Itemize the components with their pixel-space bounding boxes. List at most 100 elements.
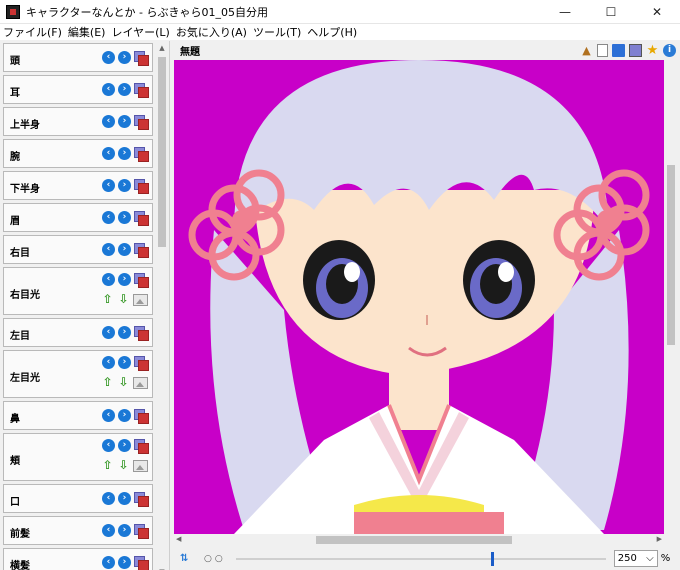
prev-part-icon[interactable]: ‹ [102, 556, 115, 569]
move-up-arrow-icon[interactable]: ⇧ [101, 376, 114, 389]
scroll-right-arrow-icon[interactable]: ▶ [657, 535, 662, 543]
info-icon[interactable]: i [663, 43, 676, 57]
zoom-select[interactable]: 250 ⌵ [613, 550, 658, 567]
menu-file[interactable]: ファイル(F) [0, 24, 65, 40]
prev-part-icon[interactable]: ‹ [102, 356, 115, 369]
move-down-arrow-icon[interactable]: ⇩ [117, 459, 130, 472]
layer-copy-icon[interactable] [134, 83, 149, 98]
close-button[interactable]: ✕ [634, 0, 680, 24]
menu-favorites[interactable]: お気に入り(A) [173, 24, 250, 40]
menu-edit[interactable]: 編集(E) [65, 24, 109, 40]
save-icon[interactable] [612, 43, 625, 57]
minimize-button[interactable]: — [542, 0, 588, 24]
layer-copy-icon[interactable] [134, 326, 149, 341]
maximize-button[interactable]: ☐ [588, 0, 634, 24]
zoom-slider[interactable] [235, 551, 606, 566]
layer-item[interactable]: 眉 ‹ › [3, 203, 153, 232]
prev-part-icon[interactable]: ‹ [102, 439, 115, 452]
layer-item[interactable]: 右目 ‹ › [3, 235, 153, 264]
layer-item[interactable]: 下半身 ‹ › [3, 171, 153, 200]
next-part-icon[interactable]: › [118, 115, 131, 128]
layer-copy-icon[interactable] [134, 439, 149, 454]
copy-window-icon[interactable] [629, 43, 642, 57]
layer-copy-icon[interactable] [134, 492, 149, 507]
zoom-slider-knob[interactable] [490, 551, 494, 566]
flip-icon[interactable]: ▲ [580, 44, 593, 57]
move-down-arrow-icon[interactable]: ⇩ [117, 293, 130, 306]
layer-copy-icon[interactable] [134, 51, 149, 66]
scroll-left-arrow-icon[interactable]: ◀ [176, 535, 181, 543]
layer-item[interactable]: 左目光 ‹ › ⇧ ⇩ [3, 350, 153, 398]
page-dots-icon[interactable]: ○○ [204, 554, 226, 564]
layer-item[interactable]: 腕 ‹ › [3, 139, 153, 168]
canvas-horizontal-scroll-thumb[interactable] [316, 536, 512, 544]
prev-part-icon[interactable]: ‹ [102, 179, 115, 192]
layer-panel-scroll-thumb[interactable] [158, 57, 166, 247]
prev-part-icon[interactable]: ‹ [102, 211, 115, 224]
next-part-icon[interactable]: › [118, 243, 131, 256]
canvas-vertical-scrollbar[interactable] [664, 60, 678, 534]
layer-copy-icon[interactable] [134, 356, 149, 371]
layer-copy-icon[interactable] [134, 179, 149, 194]
layer-copy-icon[interactable] [134, 524, 149, 539]
image-icon[interactable] [133, 376, 148, 389]
prev-part-icon[interactable]: ‹ [102, 326, 115, 339]
layer-panel-scrollbar[interactable]: ▲ ▼ [156, 44, 168, 570]
next-part-icon[interactable]: › [118, 524, 131, 537]
chevron-down-icon[interactable]: ⌵ [646, 553, 654, 564]
prev-part-icon[interactable]: ‹ [102, 51, 115, 64]
layer-copy-icon[interactable] [134, 556, 149, 570]
layer-copy-icon[interactable] [134, 147, 149, 162]
layer-copy-icon[interactable] [134, 243, 149, 258]
layer-item[interactable]: 前髪 ‹ › [3, 516, 153, 545]
layer-copy-icon[interactable] [134, 211, 149, 226]
canvas-horizontal-scrollbar[interactable]: ◀ ▶ [174, 534, 664, 546]
layer-item[interactable]: 頭 ‹ › [3, 43, 153, 72]
prev-part-icon[interactable]: ‹ [102, 409, 115, 422]
layer-item[interactable]: 鼻 ‹ › [3, 401, 153, 430]
prev-part-icon[interactable]: ‹ [102, 492, 115, 505]
next-part-icon[interactable]: › [118, 409, 131, 422]
layer-order-icon[interactable]: ⇅ [180, 553, 190, 564]
move-up-arrow-icon[interactable]: ⇧ [101, 459, 114, 472]
prev-part-icon[interactable]: ‹ [102, 115, 115, 128]
prev-part-icon[interactable]: ‹ [102, 147, 115, 160]
next-part-icon[interactable]: › [118, 326, 131, 339]
layer-item[interactable]: 横髪 ‹ › [3, 548, 153, 570]
move-down-arrow-icon[interactable]: ⇩ [117, 376, 130, 389]
layer-copy-icon[interactable] [134, 115, 149, 130]
next-part-icon[interactable]: › [118, 83, 131, 96]
next-part-icon[interactable]: › [118, 492, 131, 505]
favorite-star-icon[interactable]: ★ [646, 44, 659, 57]
layer-copy-icon[interactable] [134, 409, 149, 424]
new-document-icon[interactable] [597, 43, 608, 57]
layer-item[interactable]: 耳 ‹ › [3, 75, 153, 104]
layer-item[interactable]: 頬 ‹ › ⇧ ⇩ [3, 433, 153, 481]
layer-item[interactable]: 上半身 ‹ › [3, 107, 153, 136]
next-part-icon[interactable]: › [118, 211, 131, 224]
next-part-icon[interactable]: › [118, 439, 131, 452]
next-part-icon[interactable]: › [118, 147, 131, 160]
prev-part-icon[interactable]: ‹ [102, 524, 115, 537]
scroll-up-arrow-icon[interactable]: ▲ [156, 43, 168, 53]
menu-layer[interactable]: レイヤー(L) [108, 24, 172, 40]
move-up-arrow-icon[interactable]: ⇧ [101, 293, 114, 306]
character-canvas[interactable] [174, 60, 664, 534]
next-part-icon[interactable]: › [118, 179, 131, 192]
prev-part-icon[interactable]: ‹ [102, 243, 115, 256]
next-part-icon[interactable]: › [118, 273, 131, 286]
canvas-vertical-scroll-thumb[interactable] [667, 165, 675, 345]
prev-part-icon[interactable]: ‹ [102, 83, 115, 96]
layer-item[interactable]: 口 ‹ › [3, 484, 153, 513]
next-part-icon[interactable]: › [118, 356, 131, 369]
layer-item[interactable]: 左目 ‹ › [3, 318, 153, 347]
menu-help[interactable]: ヘルプ(H) [304, 24, 360, 40]
layer-copy-icon[interactable] [134, 273, 149, 288]
next-part-icon[interactable]: › [118, 556, 131, 569]
next-part-icon[interactable]: › [118, 51, 131, 64]
layer-item[interactable]: 右目光 ‹ › ⇧ ⇩ [3, 267, 153, 315]
prev-part-icon[interactable]: ‹ [102, 273, 115, 286]
image-icon[interactable] [133, 293, 148, 306]
image-icon[interactable] [133, 459, 148, 472]
menu-tools[interactable]: ツール(T) [250, 24, 304, 40]
